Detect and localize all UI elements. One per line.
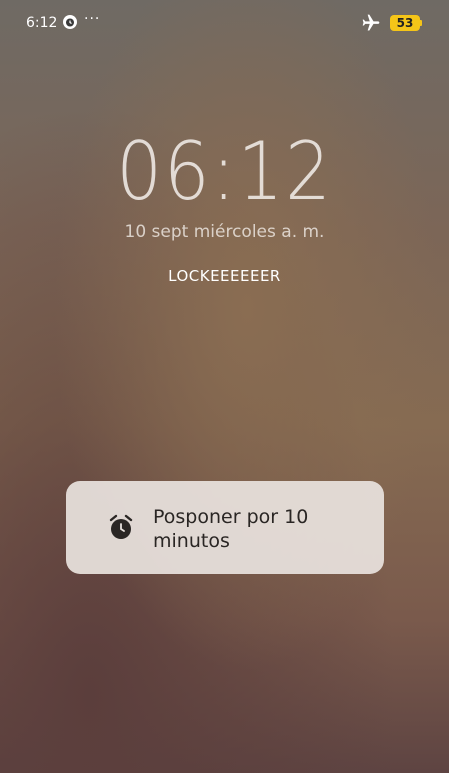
snooze-label: Posponer por 10 minutos <box>153 506 309 552</box>
status-bar: 6:12 ··· 53 <box>0 0 449 46</box>
alarm-badge-icon <box>63 15 77 29</box>
owner-message: LOCKEEEEEER <box>168 267 281 285</box>
more-notifications-indicator: ··· <box>84 11 101 27</box>
battery-tip <box>420 20 422 26</box>
alarm-clock-icon <box>109 514 133 539</box>
battery-indicator: 53 <box>390 15 420 31</box>
airplane-icon <box>362 14 380 31</box>
status-time: 6:12 <box>26 15 58 31</box>
lock-screen-clock: 06:12 <box>116 125 333 218</box>
battery-level: 53 <box>396 16 414 30</box>
lock-screen-date: 10 sept miércoles a. m. <box>124 222 325 242</box>
